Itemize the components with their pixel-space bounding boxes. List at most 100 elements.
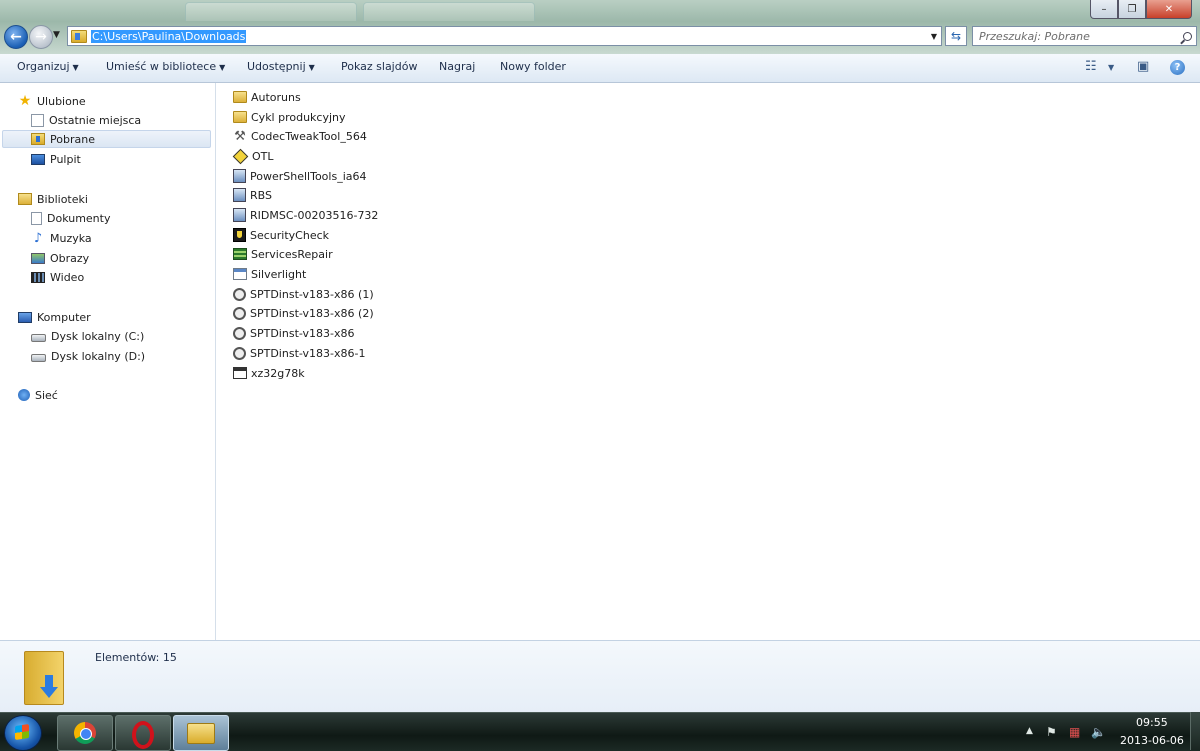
file-name: SPTDinst-v183-x86-1: [250, 346, 366, 360]
chevron-down-icon[interactable]: ▼: [931, 32, 937, 41]
sidebar-item-documents[interactable]: Dokumenty: [31, 209, 110, 227]
list-item[interactable]: SPTDinst-v183-x86-1: [233, 344, 366, 362]
start-button[interactable]: [4, 715, 42, 751]
details-pane: Elementów: 15: [0, 640, 1200, 713]
show-desktop-button[interactable]: [1190, 712, 1200, 750]
address-bar[interactable]: C:\Users\Paulina\Downloads ▼: [67, 26, 942, 46]
help-icon[interactable]: ?: [1170, 60, 1185, 75]
sidebar-item-drive-c[interactable]: Dysk lokalny (C:): [31, 327, 144, 345]
search-input[interactable]: Przeszukaj: Pobrane: [973, 30, 1090, 43]
library-icon: [18, 193, 32, 205]
back-button[interactable]: ←: [4, 25, 28, 49]
sidebar-item-pictures[interactable]: Obrazy: [31, 249, 89, 267]
background-tab: [185, 2, 357, 21]
sidebar-item-music[interactable]: ♪ Muzyka: [31, 229, 92, 247]
sidebar-item-favorites[interactable]: ★ Ulubione: [18, 92, 86, 110]
folder-icon: [233, 111, 247, 123]
view-dropdown-icon[interactable]: ▼: [1108, 63, 1114, 72]
chevron-down-icon: ▼: [219, 63, 226, 72]
tools-icon: ⚒: [234, 128, 246, 144]
list-item[interactable]: SPTDinst-v183-x86 (2): [233, 304, 374, 322]
sidebar-item-videos[interactable]: Wideo: [31, 268, 84, 286]
address-path[interactable]: C:\Users\Paulina\Downloads: [91, 29, 247, 43]
burn-button[interactable]: Nagraj: [439, 60, 475, 73]
clock-time[interactable]: 09:55: [1136, 716, 1168, 729]
sidebar-item-recent-places[interactable]: Ostatnie miejsca: [31, 111, 141, 129]
list-item[interactable]: Cykl produkcyjny: [233, 108, 346, 126]
tray-expand-icon[interactable]: ▲: [1026, 726, 1033, 736]
sidebar-item-libraries[interactable]: Biblioteki: [18, 190, 88, 208]
sidebar-item-label: Pulpit: [50, 152, 81, 166]
list-item[interactable]: SPTDinst-v183-x86: [233, 324, 355, 342]
file-name: Silverlight: [251, 267, 307, 281]
close-button[interactable]: ✕: [1146, 0, 1192, 19]
include-in-library-button[interactable]: Umieść w bibliotece ▼: [106, 60, 225, 73]
list-item[interactable]: PowerShellTools_ia64: [233, 167, 366, 185]
share-button[interactable]: Udostępnij ▼: [247, 60, 315, 73]
sidebar-item-computer[interactable]: Komputer: [18, 308, 91, 326]
explorer-icon: [187, 723, 215, 744]
search-icon[interactable]: [1183, 31, 1192, 41]
film-icon: [31, 271, 45, 283]
installer-icon: [233, 188, 246, 202]
list-item[interactable]: xz32g78k: [233, 364, 305, 382]
list-item[interactable]: Silverlight: [233, 265, 306, 283]
list-item[interactable]: OTL: [232, 147, 274, 165]
view-options-icon[interactable]: ☷: [1085, 59, 1097, 74]
file-name: SPTDinst-v183-x86 (2): [250, 306, 374, 320]
history-dropdown-icon[interactable]: ▼: [53, 30, 60, 40]
list-item[interactable]: RBS: [233, 186, 272, 204]
recent-places-icon: [31, 113, 44, 127]
list-item[interactable]: ⚒ CodecTweakTool_564: [233, 127, 367, 145]
navigation-pane: ★ Ulubione Ostatnie miejsca Pobrane Pulp…: [0, 83, 216, 640]
list-item[interactable]: SPTDinst-v183-x86 (1): [233, 285, 374, 303]
new-folder-button[interactable]: Nowy folder: [500, 60, 566, 73]
action-center-icon[interactable]: ⚑: [1046, 725, 1057, 739]
list-item[interactable]: SecurityCheck: [233, 226, 329, 244]
organize-button[interactable]: Organizuj ▼: [17, 60, 79, 73]
services-icon: [233, 248, 247, 260]
volume-muted-icon[interactable]: 🔈: [1091, 725, 1106, 739]
clock-date[interactable]: 2013-06-06: [1120, 734, 1184, 747]
refresh-icon: ⇆: [950, 29, 962, 43]
sidebar-item-label: Muzyka: [50, 231, 92, 245]
list-item[interactable]: RIDMSC-00203516-732: [233, 206, 378, 224]
minimize-button[interactable]: –: [1090, 0, 1118, 19]
sidebar-item-label: Ulubione: [37, 94, 86, 108]
app-icon: [233, 268, 247, 280]
taskbar-chrome-button[interactable]: [57, 715, 113, 751]
file-name: SPTDinst-v183-x86 (1): [250, 287, 374, 301]
sidebar-item-drive-d[interactable]: Dysk lokalny (D:): [31, 347, 145, 365]
sidebar-item-label: Pobrane: [50, 132, 95, 146]
command-bar: Organizuj ▼ Umieść w bibliotece ▼ Udostępn…: [0, 54, 1200, 83]
maximize-button[interactable]: ❐: [1118, 0, 1146, 19]
sidebar-item-network[interactable]: Sieć: [18, 386, 58, 404]
window-frame: – ❐ ✕ ← → ▼ C:\Users\Paulina\Downloads ▼…: [0, 0, 1200, 54]
drive-icon: [31, 354, 46, 362]
taskbar-explorer-button[interactable]: [173, 715, 229, 751]
sidebar-item-label: Komputer: [37, 310, 91, 324]
sptd-icon: [233, 326, 246, 340]
sidebar-item-label: Ostatnie miejsca: [49, 113, 142, 127]
preview-pane-icon[interactable]: ▣: [1137, 59, 1149, 74]
sidebar-item-downloads[interactable]: Pobrane: [2, 130, 211, 148]
refresh-button[interactable]: ⇆: [945, 26, 967, 46]
taskbar-opera-button[interactable]: [115, 715, 171, 751]
forward-button[interactable]: →: [29, 25, 53, 49]
computer-icon: [18, 311, 32, 323]
installer-icon: [233, 169, 246, 183]
sidebar-item-label: Sieć: [35, 388, 58, 402]
sidebar-item-label: Biblioteki: [37, 192, 88, 206]
file-name: Autoruns: [251, 90, 301, 104]
list-item[interactable]: Autoruns: [233, 88, 301, 106]
file-name: RBS: [250, 188, 272, 202]
sidebar-item-desktop[interactable]: Pulpit: [31, 150, 81, 168]
search-box[interactable]: Przeszukaj: Pobrane: [972, 26, 1197, 46]
slideshow-button[interactable]: Pokaz slajdów: [341, 60, 417, 73]
folder-icon: [233, 91, 247, 103]
list-item[interactable]: ServicesRepair: [233, 245, 333, 263]
network-icon: [18, 389, 30, 401]
download-arrow-icon: [40, 675, 58, 699]
downloads-folder-icon: [71, 29, 87, 43]
network-error-icon[interactable]: ▦: [1069, 725, 1080, 739]
